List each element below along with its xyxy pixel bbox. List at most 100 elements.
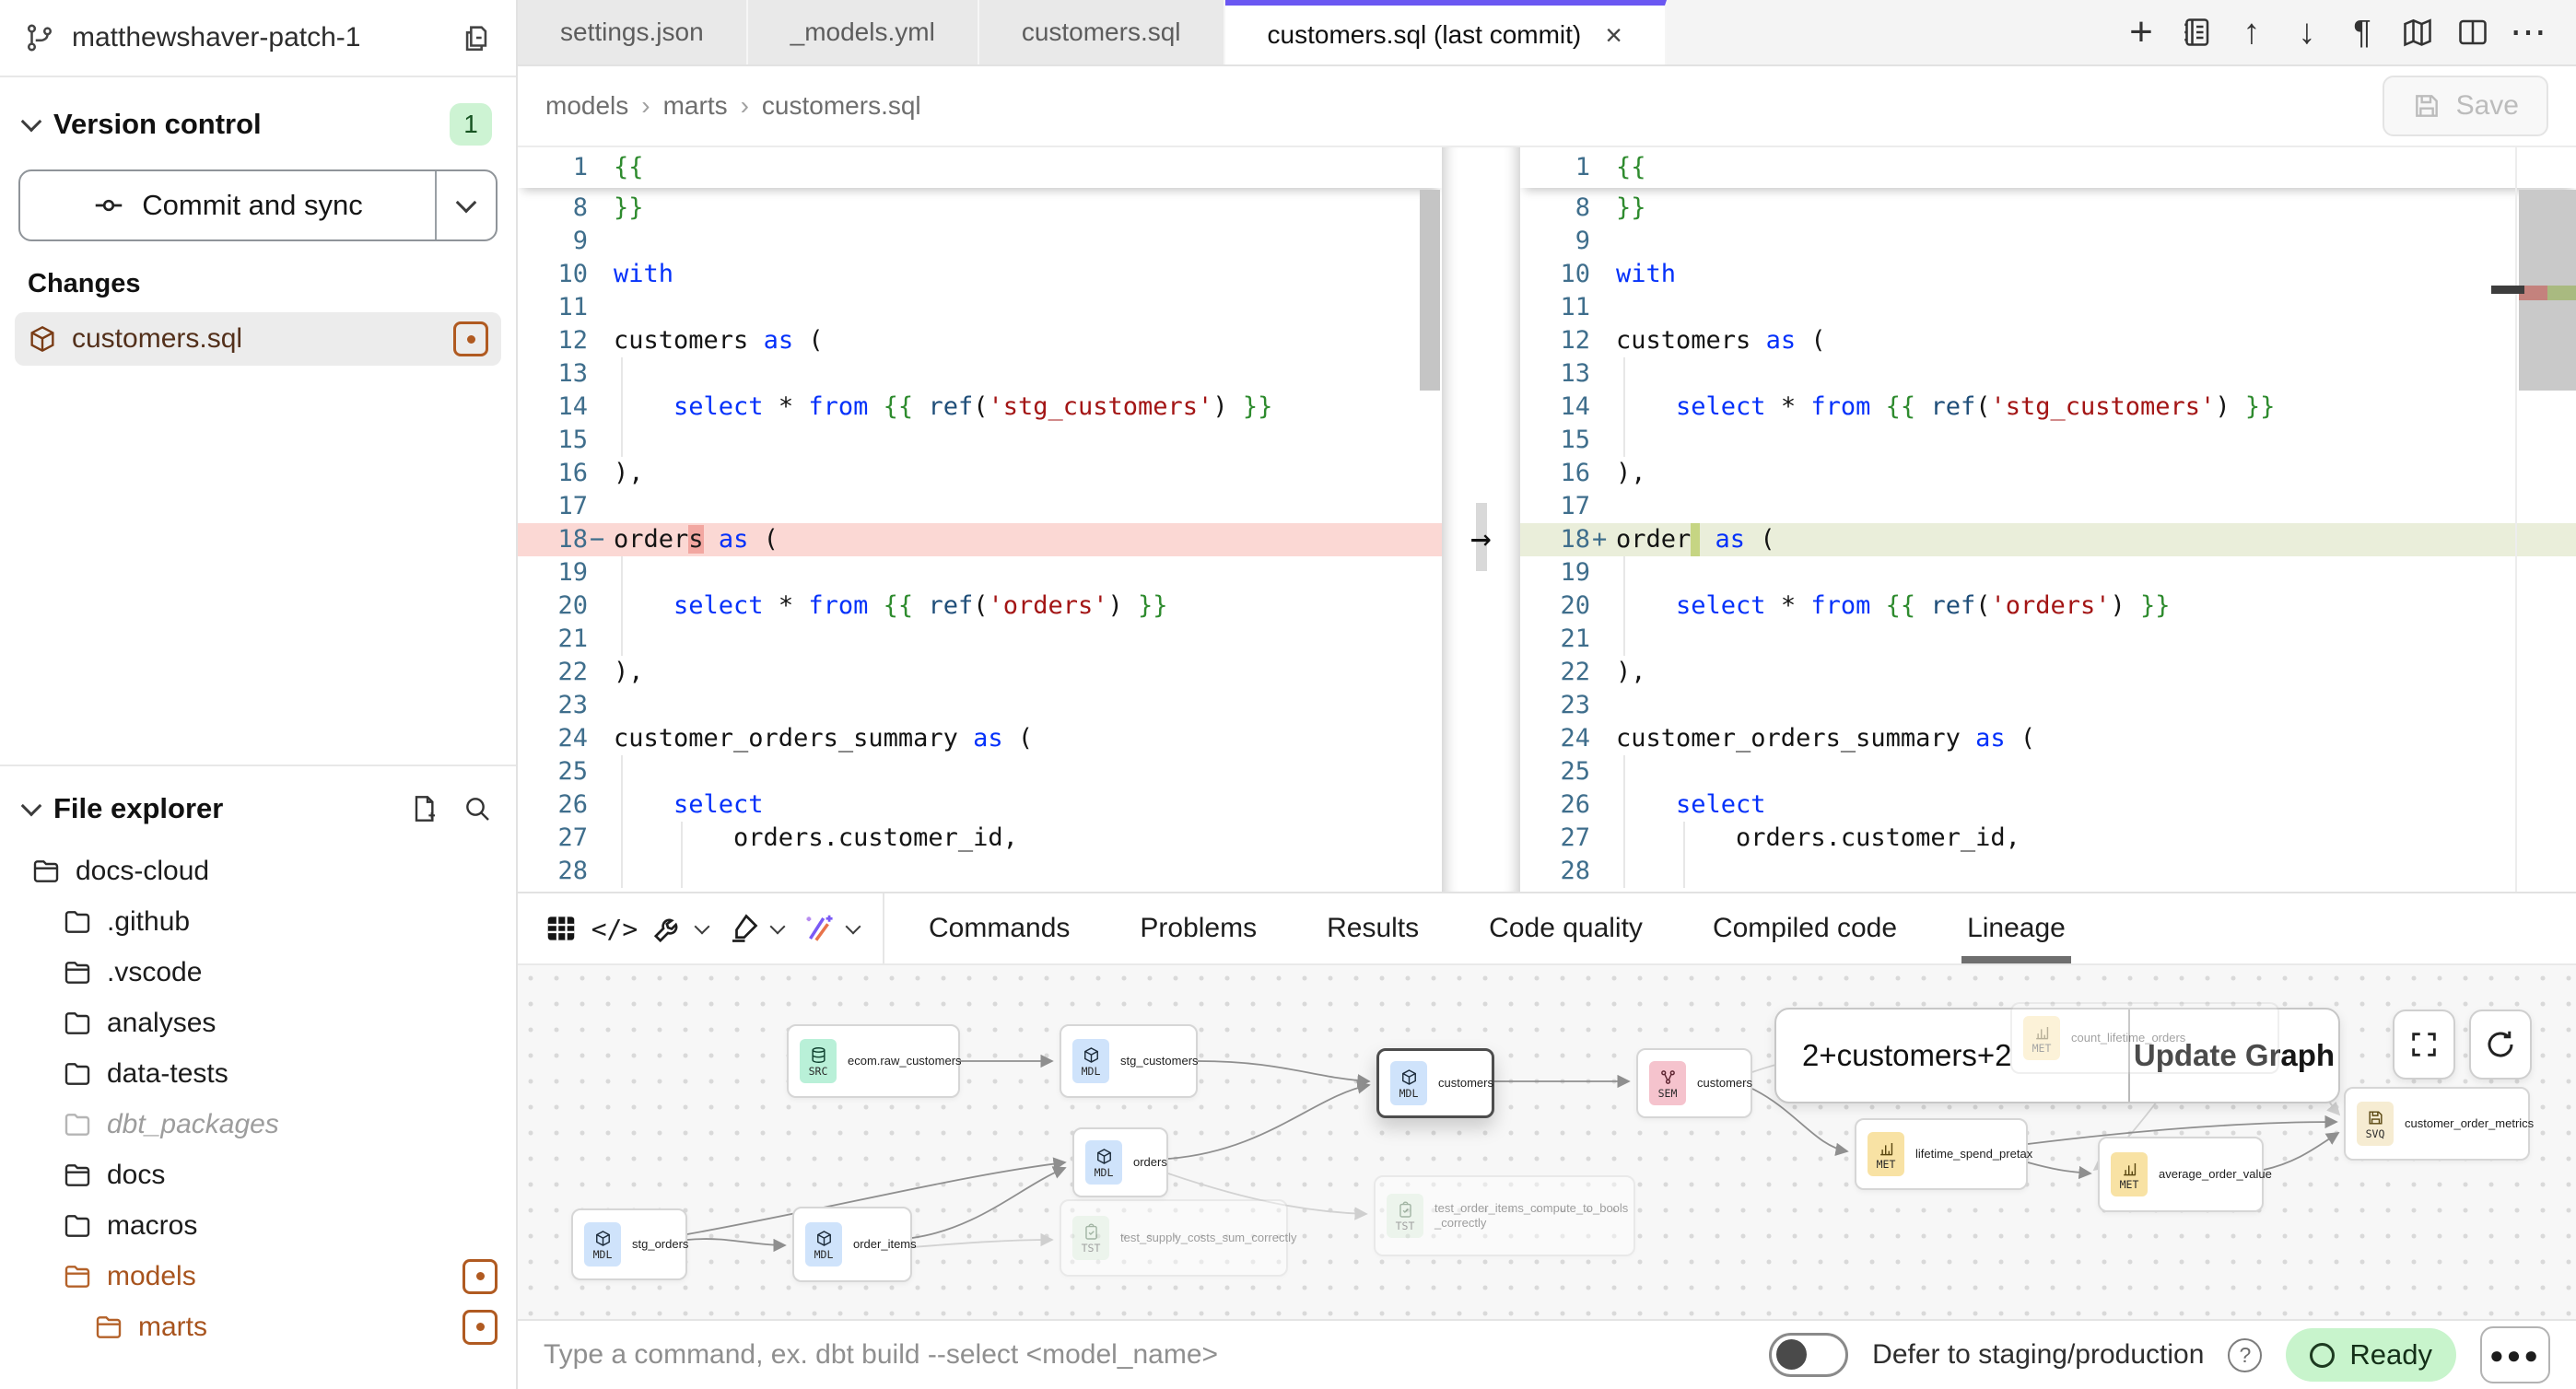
compile-code-button[interactable]: </> bbox=[588, 896, 641, 961]
scroll-up-icon[interactable]: ↑ bbox=[2228, 8, 2276, 56]
minimap-icon[interactable] bbox=[2394, 8, 2441, 56]
branch-header: matthewshaver-patch-1 bbox=[0, 0, 516, 77]
tab-customers-sql[interactable]: customers.sql bbox=[979, 0, 1225, 64]
code-text bbox=[1616, 291, 2576, 324]
changed-file-row[interactable]: customers.sql bbox=[15, 312, 501, 366]
file-tree-item-github[interactable]: .github bbox=[0, 896, 516, 947]
file-tree-item-vscode[interactable]: .vscode bbox=[0, 947, 516, 998]
lineage-node-customer-order-metrics[interactable]: SVQcustomer_order_metrics bbox=[2344, 1087, 2530, 1161]
tab-customers-sql-last-commit[interactable]: customers.sql (last commit)× bbox=[1225, 0, 1667, 64]
file-tree-item-docs[interactable]: docs bbox=[0, 1150, 516, 1200]
search-icon[interactable] bbox=[463, 794, 492, 823]
diff-pane-original[interactable]: 1{{8}}910with1112customers as (1314 sele… bbox=[518, 147, 1442, 892]
status-label: Ready bbox=[2349, 1338, 2432, 1371]
mdl-badge-icon: MDL bbox=[1072, 1039, 1109, 1083]
lineage-node-stg-customers[interactable]: MDLstg_customers bbox=[1060, 1024, 1198, 1098]
bottom-tab-compiled-code[interactable]: Compiled code bbox=[1678, 893, 1932, 963]
refresh-button[interactable] bbox=[2469, 1010, 2532, 1080]
code-text bbox=[614, 291, 1442, 324]
bottom-tab-code-quality[interactable]: Code quality bbox=[1454, 893, 1678, 963]
tab-models-yml[interactable]: _models.yml bbox=[748, 0, 979, 64]
file-tree-item-dbt-packages[interactable]: dbt_packages bbox=[0, 1099, 516, 1150]
more-options-button[interactable]: ●●● bbox=[2480, 1326, 2550, 1383]
save-icon bbox=[2412, 91, 2441, 121]
lineage-node-customers-model[interactable]: MDLcustomers bbox=[1376, 1048, 1494, 1118]
lineage-edge bbox=[912, 1240, 1052, 1247]
lineage-node-order-items[interactable]: MDLorder_items bbox=[792, 1207, 912, 1282]
diff-sign bbox=[1590, 225, 1616, 258]
tst-badge-icon: TST bbox=[1072, 1216, 1109, 1260]
bottom-tab-problems[interactable]: Problems bbox=[1105, 893, 1292, 963]
chevron-down-icon[interactable] bbox=[695, 919, 710, 935]
help-icon[interactable]: ? bbox=[2228, 1338, 2262, 1372]
file-tree-item-docs-cloud[interactable]: docs-cloud bbox=[0, 846, 516, 896]
diff-overview-ruler[interactable] bbox=[2519, 147, 2576, 892]
lineage-node-stg-orders[interactable]: MDLstg_orders bbox=[571, 1208, 687, 1280]
file-tree-item-macros[interactable]: macros bbox=[0, 1200, 516, 1251]
apply-change-arrow-icon[interactable]: → bbox=[1442, 519, 1520, 556]
lineage-node-test-order-items[interactable]: TSTtest_order_items_compute_to_bools_cor… bbox=[1374, 1175, 1635, 1256]
code-line-17: 17 bbox=[518, 490, 1442, 523]
chevron-down-icon[interactable] bbox=[846, 919, 861, 935]
file-tree-item-models[interactable]: models bbox=[0, 1251, 516, 1301]
lineage-node-test-supply-costs[interactable]: TSTtest_supply_costs_sum_correctly bbox=[1060, 1199, 1288, 1277]
new-file-icon[interactable] bbox=[409, 794, 439, 823]
breadcrumb-part[interactable]: marts bbox=[663, 91, 728, 120]
format-button[interactable] bbox=[717, 896, 770, 961]
chevron-down-icon[interactable] bbox=[770, 919, 786, 935]
lineage-node-lifetime-spend-pretax[interactable]: METlifetime_spend_pretax bbox=[1855, 1118, 2028, 1190]
commit-and-sync-button[interactable]: Commit and sync bbox=[18, 169, 498, 241]
copy-file-icon[interactable] bbox=[461, 22, 492, 53]
code-text bbox=[1616, 225, 2576, 258]
code-line-12: 12 customers as ( bbox=[518, 324, 1442, 357]
lineage-canvas[interactable]: 2+customers+2 Update Graph SRCecom.raw_c… bbox=[518, 963, 2576, 1319]
close-icon[interactable]: × bbox=[1605, 18, 1622, 53]
bottom-tab-lineage[interactable]: Lineage bbox=[1932, 893, 2101, 963]
line-number: 12 bbox=[518, 324, 588, 357]
scroll-down-icon[interactable]: ↓ bbox=[2283, 8, 2331, 56]
bottom-tab-results[interactable]: Results bbox=[1292, 893, 1454, 963]
build-button[interactable] bbox=[641, 896, 695, 961]
diff-sign bbox=[588, 391, 614, 424]
tab-settings-json[interactable]: settings.json bbox=[518, 0, 748, 64]
commit-options-caret[interactable] bbox=[435, 171, 496, 239]
fullscreen-button[interactable] bbox=[2393, 1010, 2455, 1080]
preview-table-button[interactable] bbox=[534, 896, 588, 961]
code-text: with bbox=[614, 258, 1442, 291]
line-number: 18 bbox=[1520, 523, 1590, 556]
bottom-tab-commands[interactable]: Commands bbox=[894, 893, 1105, 963]
outline-icon[interactable] bbox=[2172, 8, 2220, 56]
file-tree-item-analyses[interactable]: analyses bbox=[0, 998, 516, 1048]
lineage-node-count-lifetime-orders[interactable]: METcount_lifetime_orders bbox=[2010, 1002, 2279, 1074]
save-button[interactable]: Save bbox=[2383, 76, 2548, 136]
code-text bbox=[614, 556, 1442, 589]
code-line-21: 21 bbox=[518, 623, 1442, 656]
lineage-node-average-order-value[interactable]: METaverage_order_value bbox=[2098, 1137, 2264, 1212]
code-text: customers as ( bbox=[614, 324, 1442, 357]
split-editor-icon[interactable] bbox=[2449, 8, 2497, 56]
vertical-scrollbar[interactable] bbox=[1418, 147, 1442, 892]
breadcrumb-part[interactable]: customers.sql bbox=[762, 91, 921, 120]
line-number: 19 bbox=[1520, 556, 1590, 589]
formatting-marks-icon[interactable]: ¶ bbox=[2338, 8, 2386, 56]
file-tree-item-label: docs bbox=[107, 1160, 165, 1191]
diff-pane-modified[interactable]: 1{{8}}910with1112customers as (1314 sele… bbox=[1520, 147, 2576, 892]
breadcrumb-part[interactable]: models bbox=[545, 91, 628, 120]
file-tree-item-data-tests[interactable]: data-tests bbox=[0, 1048, 516, 1099]
line-number: 8 bbox=[518, 192, 588, 225]
chevron-down-icon bbox=[21, 796, 42, 817]
line-number: 27 bbox=[1520, 822, 1590, 855]
file-tree-item-marts[interactable]: marts bbox=[0, 1301, 516, 1352]
lineage-node-ecom-raw-customers[interactable]: SRCecom.raw_customers bbox=[787, 1024, 960, 1098]
file-tree-item-label: data-tests bbox=[107, 1058, 228, 1090]
lineage-node-orders-model[interactable]: MDLorders bbox=[1072, 1127, 1168, 1197]
copilot-fix-button[interactable] bbox=[792, 896, 846, 961]
version-control-header[interactable]: Version control 1 bbox=[0, 77, 516, 155]
lineage-node-customers-semantic[interactable]: SEMcustomers bbox=[1636, 1048, 1752, 1118]
file-explorer-header[interactable]: File explorer bbox=[0, 766, 516, 835]
more-options-icon[interactable]: ⋯ bbox=[2504, 8, 2552, 56]
command-input[interactable]: Type a command, ex. dbt build --select <… bbox=[544, 1339, 1745, 1371]
code-text: {{ bbox=[1616, 147, 2576, 188]
defer-toggle[interactable] bbox=[1769, 1333, 1848, 1377]
new-tab-icon[interactable]: + bbox=[2117, 8, 2165, 56]
